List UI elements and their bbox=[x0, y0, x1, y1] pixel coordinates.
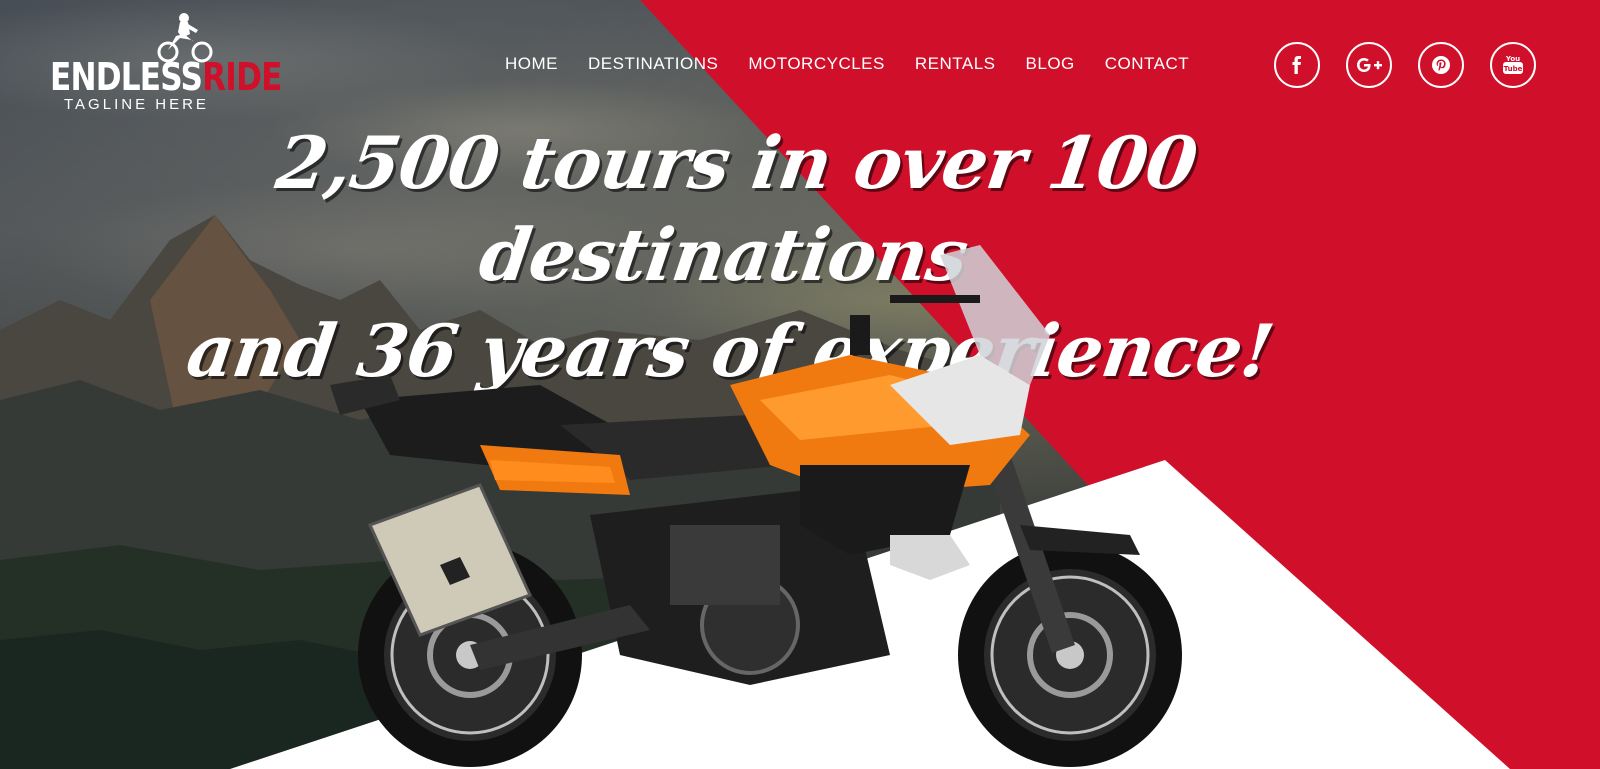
nav-home[interactable]: HOME bbox=[505, 54, 558, 74]
svg-text:Tube: Tube bbox=[1504, 65, 1523, 73]
google-plus-glyph bbox=[1357, 58, 1382, 72]
logo-tagline: TAGLINE HERE bbox=[64, 96, 209, 113]
hero-section: ENDLESSRIDE TAGLINE HERE HOME DESTINATIO… bbox=[0, 0, 1600, 769]
front-wheel bbox=[958, 543, 1182, 767]
youtube-icon[interactable]: You Tube bbox=[1490, 42, 1536, 88]
nav-motorcycles[interactable]: MOTORCYCLES bbox=[748, 54, 885, 74]
logo-word-accent: RIDE bbox=[202, 55, 282, 99]
facebook-glyph bbox=[1292, 56, 1301, 74]
nav-rentals[interactable]: RENTALS bbox=[915, 54, 996, 74]
youtube-glyph: You Tube bbox=[1503, 55, 1523, 74]
facebook-icon[interactable] bbox=[1274, 42, 1320, 88]
social-links: You Tube bbox=[1274, 42, 1536, 88]
nav-contact[interactable]: CONTACT bbox=[1105, 54, 1189, 74]
motorcycle-image bbox=[330, 245, 1182, 767]
pinterest-glyph bbox=[1432, 56, 1450, 74]
svg-text:You: You bbox=[1505, 55, 1520, 63]
nav-blog[interactable]: BLOG bbox=[1026, 54, 1075, 74]
logo-wordmark: ENDLESSRIDE bbox=[50, 58, 282, 96]
site-logo[interactable]: ENDLESSRIDE TAGLINE HERE bbox=[50, 12, 282, 113]
pinterest-icon[interactable] bbox=[1418, 42, 1464, 88]
logo-word-main: ENDLESS bbox=[50, 55, 203, 99]
google-plus-icon[interactable] bbox=[1346, 42, 1392, 88]
main-nav: HOME DESTINATIONS MOTORCYCLES RENTALS BL… bbox=[505, 54, 1189, 74]
nav-destinations[interactable]: DESTINATIONS bbox=[588, 54, 718, 74]
